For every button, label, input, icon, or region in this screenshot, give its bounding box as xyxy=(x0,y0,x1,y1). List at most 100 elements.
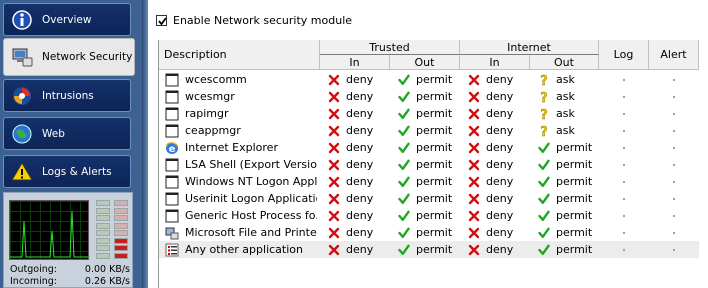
alert-cell[interactable] xyxy=(673,173,677,190)
table-row[interactable]: LSA Shell (Export Version) deny permit deny… xyxy=(159,156,699,173)
alert-cell[interactable] xyxy=(673,190,677,207)
alert-cell[interactable] xyxy=(673,88,677,105)
column-header-internet-out[interactable]: Out xyxy=(530,55,599,70)
table-row[interactable]: e Internet Explorer deny permit deny permit xyxy=(159,139,699,156)
app-description-cell[interactable]: Userinit Logon Application xyxy=(165,190,317,207)
column-header-trusted-out[interactable]: Out xyxy=(390,55,460,70)
action-cell-t-out[interactable]: permit xyxy=(398,224,462,241)
sidebar-item-intrusions[interactable]: Intrusions xyxy=(3,79,131,112)
column-header-log[interactable]: Log xyxy=(599,40,649,70)
log-cell[interactable] xyxy=(623,173,627,190)
action-cell-i-out[interactable]: ? ask xyxy=(538,105,602,122)
table-row[interactable]: wcescomm deny permit deny? ask xyxy=(159,71,699,88)
action-cell-i-out[interactable]: permit xyxy=(538,207,602,224)
action-cell-i-in[interactable]: deny xyxy=(468,139,532,156)
action-cell-t-in[interactable]: deny xyxy=(328,173,392,190)
action-cell-i-out[interactable]: ? ask xyxy=(538,122,602,139)
log-cell[interactable] xyxy=(623,190,627,207)
table-row[interactable]: ceappmgr deny permit deny ? ask xyxy=(159,122,699,139)
action-cell-i-in[interactable]: deny xyxy=(468,105,532,122)
action-cell-i-out[interactable]: permit xyxy=(538,139,602,156)
action-cell-i-out[interactable]: permit xyxy=(538,224,602,241)
action-cell-i-in[interactable]: deny xyxy=(468,156,532,173)
action-cell-i-in[interactable]: deny xyxy=(468,241,532,258)
app-description-cell[interactable]: Windows NT Logon Appl... xyxy=(165,173,317,190)
table-row[interactable]: Any other application deny permit deny permi… xyxy=(159,241,699,258)
action-cell-t-out[interactable]: permit xyxy=(398,122,462,139)
table-row[interactable]: rapimgr deny permit deny ? ask xyxy=(159,105,699,122)
log-cell[interactable] xyxy=(623,105,627,122)
action-cell-i-in[interactable]: deny xyxy=(468,71,532,88)
action-cell-i-in[interactable]: deny xyxy=(468,122,532,139)
app-description-cell[interactable]: Any other application xyxy=(165,241,317,258)
action-cell-i-out[interactable]: permit xyxy=(538,156,602,173)
action-cell-i-out[interactable]: ? ask xyxy=(538,71,602,88)
action-cell-i-out[interactable]: permit xyxy=(538,190,602,207)
app-description-cell[interactable]: e Internet Explorer xyxy=(165,139,317,156)
action-cell-t-in[interactable]: deny xyxy=(328,105,392,122)
log-cell[interactable] xyxy=(623,88,627,105)
action-cell-t-out[interactable]: permit xyxy=(398,207,462,224)
alert-cell[interactable] xyxy=(673,105,677,122)
table-row[interactable]: wcesmgr deny permit deny ? ask xyxy=(159,88,699,105)
action-cell-i-in[interactable]: deny xyxy=(468,190,532,207)
log-cell[interactable] xyxy=(623,156,627,173)
action-cell-i-in[interactable]: deny xyxy=(468,88,532,105)
action-cell-i-out[interactable]: permit xyxy=(538,173,602,190)
action-cell-t-in[interactable]: deny xyxy=(328,122,392,139)
alert-cell[interactable] xyxy=(673,139,677,156)
log-cell[interactable] xyxy=(623,122,627,139)
column-header-description[interactable]: Description xyxy=(159,40,320,70)
column-header-internet-in[interactable]: In xyxy=(460,55,530,70)
log-cell[interactable] xyxy=(623,139,627,156)
action-cell-t-in[interactable]: deny xyxy=(328,156,392,173)
alert-cell[interactable] xyxy=(673,224,677,241)
column-header-alert[interactable]: Alert xyxy=(649,40,699,70)
alert-cell[interactable] xyxy=(673,71,677,88)
log-cell[interactable] xyxy=(623,71,627,88)
sidebar-item-overview[interactable]: Overview xyxy=(3,3,131,36)
action-cell-t-out[interactable]: permit xyxy=(398,71,462,88)
app-description-cell[interactable]: wcescomm xyxy=(165,71,317,88)
action-cell-t-in[interactable]: deny xyxy=(328,88,392,105)
enable-module-checkbox[interactable] xyxy=(156,15,167,26)
action-cell-t-in[interactable]: deny xyxy=(328,241,392,258)
app-description-cell[interactable]: ceappmgr xyxy=(165,122,317,139)
sidebar-item-logs-alerts[interactable]: Logs & Alerts xyxy=(3,155,131,188)
alert-cell[interactable] xyxy=(673,122,677,139)
alert-cell[interactable] xyxy=(673,156,677,173)
action-cell-t-out[interactable]: permit xyxy=(398,156,462,173)
app-description-cell[interactable]: Generic Host Process fo... xyxy=(165,207,317,224)
table-row[interactable]: Microsoft File and Printe... deny permit de… xyxy=(159,224,699,241)
action-cell-i-in[interactable]: deny xyxy=(468,173,532,190)
action-cell-i-in[interactable]: deny xyxy=(468,224,532,241)
action-cell-t-out[interactable]: permit xyxy=(398,190,462,207)
action-cell-t-out[interactable]: permit xyxy=(398,105,462,122)
sidebar-item-web[interactable]: Web xyxy=(3,117,131,150)
action-cell-t-out[interactable]: permit xyxy=(398,241,462,258)
action-cell-t-out[interactable]: permit xyxy=(398,139,462,156)
action-cell-i-out[interactable]: permit xyxy=(538,241,602,258)
log-cell[interactable] xyxy=(623,224,627,241)
alert-cell[interactable] xyxy=(673,207,677,224)
table-row[interactable]: Userinit Logon Application deny permit deny… xyxy=(159,190,699,207)
action-cell-t-in[interactable]: deny xyxy=(328,139,392,156)
app-description-cell[interactable]: rapimgr xyxy=(165,105,317,122)
log-cell[interactable] xyxy=(623,241,627,258)
action-cell-t-in[interactable]: deny xyxy=(328,207,392,224)
table-row[interactable]: Generic Host Process fo... deny permit deny… xyxy=(159,207,699,224)
app-description-cell[interactable]: Microsoft File and Printe... xyxy=(165,224,317,241)
enable-module-row[interactable]: Enable Network security module xyxy=(156,14,352,27)
alert-cell[interactable] xyxy=(673,241,677,258)
action-cell-t-in[interactable]: deny xyxy=(328,224,392,241)
table-row[interactable]: Windows NT Logon Appl... deny permit deny pe… xyxy=(159,173,699,190)
log-cell[interactable] xyxy=(623,207,627,224)
app-description-cell[interactable]: LSA Shell (Export Version) xyxy=(165,156,317,173)
app-description-cell[interactable]: wcesmgr xyxy=(165,88,317,105)
column-header-trusted-in[interactable]: In xyxy=(320,55,390,70)
sidebar-item-network-security[interactable]: Network Security xyxy=(3,38,135,76)
action-cell-t-out[interactable]: permit xyxy=(398,88,462,105)
action-cell-t-in[interactable]: deny xyxy=(328,190,392,207)
action-cell-t-out[interactable]: permit xyxy=(398,173,462,190)
action-cell-i-out[interactable]: ? ask xyxy=(538,88,602,105)
